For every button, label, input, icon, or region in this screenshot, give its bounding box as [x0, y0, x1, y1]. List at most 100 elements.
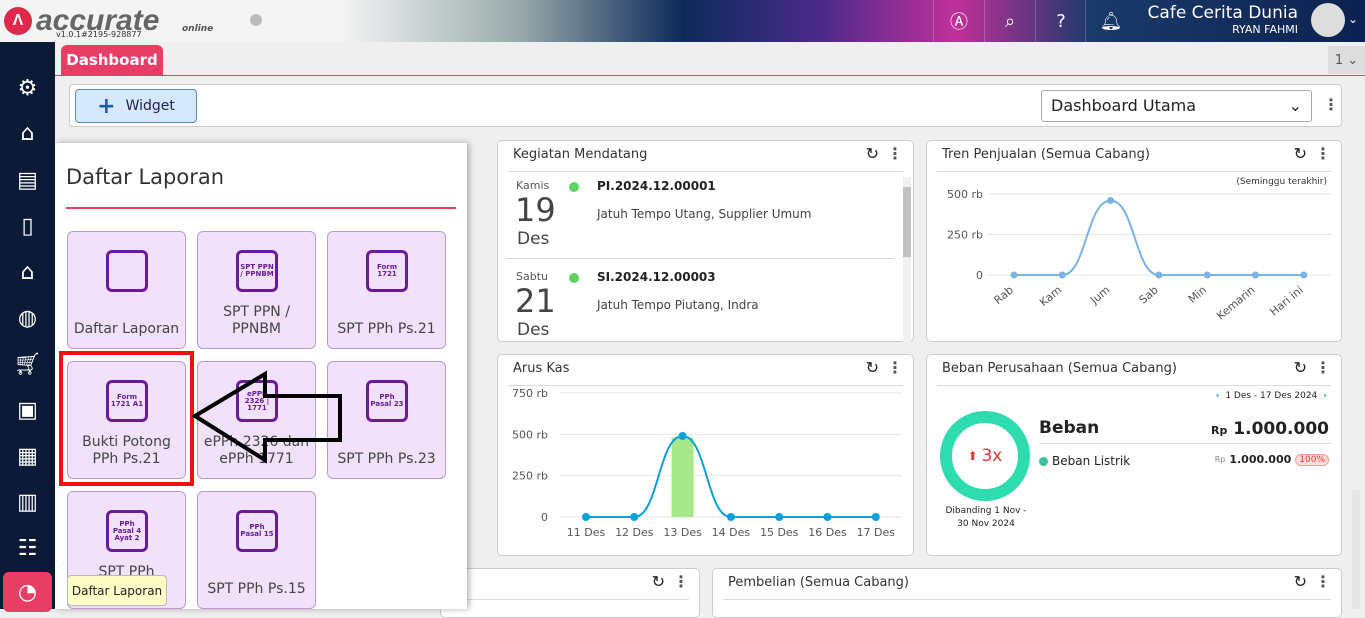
more-icon[interactable]: ⋮ — [1315, 358, 1331, 377]
legend-dot — [1039, 457, 1048, 466]
event-number[interactable]: SI.2024.12.00003 — [597, 270, 716, 284]
list-item[interactable]: Beban Listrik — [1039, 454, 1130, 468]
event-desc: Jatuh Tempo Piutang, Indra — [597, 298, 759, 312]
tax-icon[interactable]: ☷ — [0, 528, 55, 568]
refresh-icon[interactable]: ↻ — [1294, 358, 1307, 377]
card-title: Tren Penjualan (Semua Cabang) — [942, 147, 1150, 162]
list-item[interactable]: Sabtu 21 Des SI.2024.12.00003 Jatuh Temp… — [505, 266, 895, 341]
brand-sub: online — [182, 24, 213, 34]
dashboard-select[interactable]: Dashboard Utama ⌄ — [1041, 90, 1312, 122]
refresh-icon[interactable]: ↻ — [866, 144, 879, 163]
report-tile-icon: PPh Pasal 4 Ayat 2 — [106, 510, 148, 552]
x-tick-label: 15 Des — [760, 526, 799, 539]
company-icon[interactable]: ▤ — [0, 160, 55, 200]
event-month: Des — [517, 229, 549, 249]
list-item[interactable]: Kamis 19 Des PI.2024.12.00001 Jatuh Temp… — [505, 175, 895, 259]
series-line — [586, 436, 876, 517]
chevron-down-icon[interactable]: ⌄ — [1348, 12, 1358, 26]
card-title: Arus Kas — [513, 361, 569, 376]
more-icon[interactable]: ⋮ — [887, 358, 903, 377]
data-point — [679, 432, 687, 440]
chevron-down-icon: ⌄ — [1289, 96, 1302, 116]
help-icon[interactable]: ? — [1035, 0, 1086, 42]
y-tick-label: 500 rb — [512, 428, 548, 441]
status-dot — [250, 14, 262, 26]
arrow-up-icon: ⬆︎ — [968, 449, 982, 463]
toolbar-more-icon[interactable]: ⋮ — [1323, 95, 1339, 114]
prev-period-icon[interactable]: ‹ — [1216, 391, 1220, 401]
data-point — [1204, 272, 1211, 279]
more-icon[interactable]: ⋮ — [673, 572, 689, 591]
page-selector[interactable]: 1 ⌄ — [1328, 46, 1365, 74]
data-point — [775, 513, 783, 521]
more-icon[interactable]: ⋮ — [1315, 144, 1331, 163]
x-tick-label: 11 Des — [567, 526, 606, 539]
x-tick-label: 14 Des — [712, 526, 751, 539]
data-point — [582, 513, 590, 521]
report-tile[interactable]: Daftar Laporan — [67, 231, 186, 349]
book-icon[interactable]: ▯ — [0, 206, 55, 246]
cashier-icon[interactable]: ⌂ — [0, 113, 55, 153]
add-widget-button[interactable]: +Widget — [75, 89, 197, 123]
report-tile-icon: PPh Pasal 23 — [366, 380, 408, 422]
ratio-value: 3x — [981, 446, 1002, 466]
widget-card: ↻⋮ — [440, 568, 700, 618]
more-icon[interactable]: ⋮ — [1315, 572, 1331, 591]
status-dot — [569, 273, 579, 283]
next-period-icon[interactable]: › — [1323, 391, 1327, 401]
y-tick-label: 250 rb — [512, 470, 548, 483]
bar — [672, 438, 694, 517]
tab-dashboard[interactable]: Dashboard — [61, 45, 163, 75]
version-label: v1.0.1#2195-928877 — [56, 30, 142, 39]
tab-divider — [55, 75, 1365, 76]
y-tick-label: 0 — [541, 511, 548, 524]
account-info[interactable]: Cafe Cerita DuniaRYAN FAHMI — [1148, 3, 1298, 36]
bank-icon[interactable]: ⌂ — [0, 252, 55, 292]
event-number[interactable]: PI.2024.12.00001 — [597, 179, 716, 193]
delivery-icon[interactable]: ▣ — [0, 390, 55, 430]
tooltip: Daftar Laporan — [67, 575, 167, 606]
bell-icon[interactable]: 🔔︎ — [1085, 0, 1136, 42]
x-tick-label: Hari ini — [1267, 283, 1305, 318]
top-header: Λaccurate online v1.0.1#2195-928877 Ⓐ ⌕ … — [0, 0, 1365, 42]
data-point — [1300, 272, 1307, 279]
report-tile-icon: PPh Pasal 15 — [236, 510, 278, 552]
conveyor-icon[interactable]: ▥ — [0, 482, 55, 522]
data-point — [1107, 197, 1114, 204]
user-name: RYAN FAHMI — [1148, 23, 1298, 36]
company-name: Cafe Cerita Dunia — [1148, 3, 1298, 23]
widget-label: Widget — [126, 98, 175, 114]
report-icon[interactable]: ◔ — [3, 572, 52, 612]
gear-icon[interactable]: ⚙ — [0, 68, 55, 108]
report-tile[interactable]: SPT PPN / PPNBMSPT PPN / PPNBM — [197, 231, 316, 349]
event-month: Des — [517, 320, 549, 340]
beban-card: Beban Perusahaan (Semua Cabang) ↻⋮ ‹1 De… — [926, 354, 1342, 556]
more-icon[interactable]: ⋮ — [887, 144, 903, 163]
popup-title: Daftar Laporan — [66, 165, 224, 189]
money-bag-icon[interactable]: ◍ — [0, 298, 55, 338]
period-range: 1 Des - 17 Des 2024 — [1225, 391, 1317, 401]
card-title: Pembelian (Semua Cabang) — [728, 575, 909, 590]
y-tick-label: 500 rb — [947, 188, 983, 201]
refresh-icon[interactable]: ↻ — [866, 358, 879, 377]
search-icon[interactable]: ⌕ — [984, 0, 1035, 42]
report-tile[interactable]: PPh Pasal 15SPT PPh Ps.15 — [197, 491, 316, 609]
refresh-icon[interactable]: ↻ — [652, 572, 665, 591]
kegiatan-card: Kegiatan Mendatang ↻⋮ Kamis 19 Des PI.20… — [497, 140, 914, 342]
refresh-icon[interactable]: ↻ — [1294, 144, 1307, 163]
currency: Rp — [1215, 455, 1226, 464]
x-tick-label: 12 Des — [615, 526, 654, 539]
data-point — [872, 513, 880, 521]
scrollbar[interactable] — [903, 177, 911, 342]
warehouse-icon[interactable]: ▦ — [0, 436, 55, 476]
x-tick-label: Kam — [1037, 283, 1064, 309]
avatar[interactable] — [1311, 3, 1345, 37]
report-tile[interactable]: Form 1721SPT PPh Ps.21 — [327, 231, 446, 349]
currency: Rp — [1211, 424, 1227, 437]
dashboard-select-value: Dashboard Utama — [1051, 96, 1196, 116]
data-point — [1252, 272, 1259, 279]
ai-icon[interactable]: Ⓐ — [933, 0, 984, 42]
page-scrollbar[interactable] — [1352, 490, 1360, 609]
cart-icon[interactable]: 🛒︎ — [0, 344, 55, 384]
refresh-icon[interactable]: ↻ — [1294, 572, 1307, 591]
